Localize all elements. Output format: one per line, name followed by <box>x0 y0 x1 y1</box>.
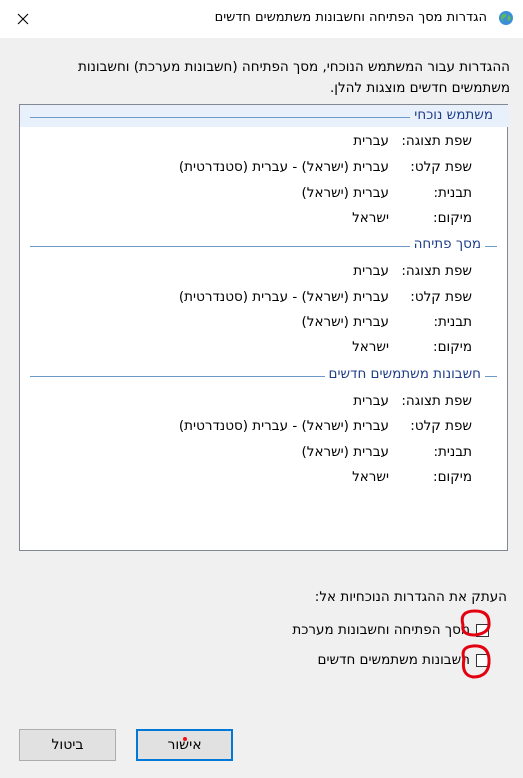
settings-row: שפת תצוגה: עברית <box>20 133 509 153</box>
row-value: ישראל <box>352 210 389 226</box>
window-title: הגדרות מסך הפתיחה וחשבונות משתמשים חדשים <box>214 10 487 25</box>
row-value: עברית (ישראל) <box>301 185 390 201</box>
ok-button[interactable]: אישור <box>136 729 233 761</box>
section-title: חשבונות משתמשים חדשים <box>324 366 485 382</box>
globe-icon <box>499 11 513 25</box>
row-value: ישראל <box>352 469 389 485</box>
row-value: עברית <box>353 133 389 149</box>
row-label: מיקום: <box>433 469 472 485</box>
section-title: מסך פתיחה <box>409 236 485 252</box>
row-label: תבנית: <box>433 314 472 330</box>
close-icon <box>17 13 29 25</box>
settings-row: שפת קלט: עברית (ישראל) - עברית (סטנדרטית… <box>20 289 509 309</box>
settings-row: מיקום: ישראל <box>20 210 509 230</box>
row-label: שפת תצוגה: <box>401 393 472 409</box>
row-value: עברית (ישראל) <box>301 314 390 330</box>
row-label: שפת תצוגה: <box>401 263 472 279</box>
row-value: עברית <box>353 263 389 279</box>
row-value: עברית (ישראל) - עברית (סטנדרטית) <box>178 418 389 434</box>
row-label: שפת קלט: <box>410 418 472 434</box>
settings-row: מיקום: ישראל <box>20 339 509 359</box>
settings-row: שפת קלט: עברית (ישראל) - עברית (סטנדרטית… <box>20 159 509 179</box>
settings-row: מיקום: ישראל <box>20 469 509 489</box>
settings-row: תבנית: עברית (ישראל) <box>20 185 509 205</box>
row-value: עברית (ישראל) <box>301 444 390 460</box>
settings-row: שפת תצוגה: עברית <box>20 393 509 413</box>
section-header-current-user: משתמש נוכחי <box>30 107 497 127</box>
intro-text: ההגדרות עבור המשתמש הנוכחי, מסך הפתיחה (… <box>77 59 510 96</box>
title-bar: הגדרות מסך הפתיחה וחשבונות משתמשים חדשים <box>0 0 523 38</box>
row-label: מיקום: <box>433 339 472 355</box>
checkbox-label[interactable]: מסך הפתיחה וחשבונות מערכת <box>292 622 470 638</box>
row-value: עברית (ישראל) - עברית (סטנדרטית) <box>178 159 389 175</box>
section-title: משתמש נוכחי <box>410 107 497 123</box>
settings-row: שפת קלט: עברית (ישראל) - עברית (סטנדרטית… <box>20 418 509 438</box>
row-label: מיקום: <box>433 210 472 226</box>
close-button[interactable] <box>0 0 46 38</box>
row-label: תבנית: <box>433 185 472 201</box>
row-label: שפת קלט: <box>410 159 472 175</box>
annotation-dot <box>183 737 187 741</box>
settings-row: תבנית: עברית (ישראל) <box>20 444 509 464</box>
row-label: שפת קלט: <box>410 289 472 305</box>
cancel-button[interactable]: ביטול <box>19 729 116 761</box>
section-header-welcome-screen: מסך פתיחה <box>30 236 497 256</box>
section-header-new-user-accounts: חשבונות משתמשים חדשים <box>30 366 497 386</box>
row-value: עברית (ישראל) - עברית (סטנדרטית) <box>178 289 389 305</box>
annotation-circle-icon <box>460 609 491 679</box>
checkbox-label[interactable]: חשבונות משתמשים חדשים <box>318 652 470 668</box>
row-value: עברית <box>353 393 389 409</box>
row-label: תבנית: <box>433 444 472 460</box>
settings-row: שפת תצוגה: עברית <box>20 263 509 283</box>
settings-row: תבנית: עברית (ישראל) <box>20 314 509 334</box>
settings-panel[interactable]: משתמש נוכחי שפת תצוגה: עברית שפת קלט: עב… <box>19 104 509 551</box>
row-label: שפת תצוגה: <box>401 133 472 149</box>
row-value: ישראל <box>352 339 389 355</box>
